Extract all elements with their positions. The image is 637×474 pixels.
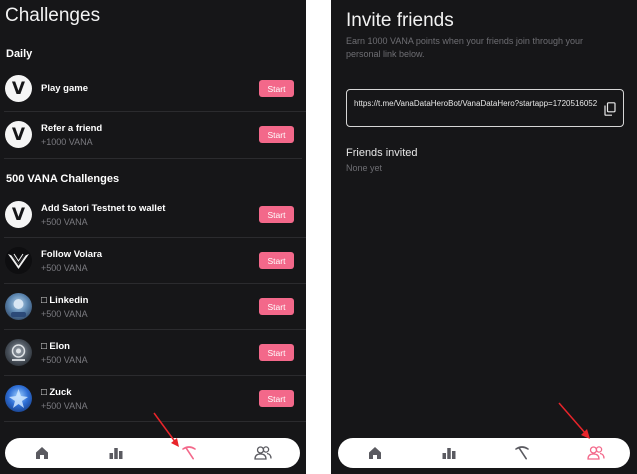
challenges-screen: Challenges Daily V Play game Start V Ref… xyxy=(0,0,306,474)
annotation-arrow-icon xyxy=(153,412,179,447)
invite-link-text[interactable]: https://t.me/VanaDataHeroBot/VanaDataHer… xyxy=(354,98,604,110)
start-button-zuck[interactable]: Start xyxy=(259,390,294,407)
challenge-row-play-game: V Play game Start xyxy=(0,66,306,112)
challenge-row-elon: □ Elon +500 VANA Start xyxy=(0,330,306,376)
leaderboard-icon[interactable] xyxy=(105,443,127,463)
challenge-row-refer-friend: V Refer a friend +1000 VANA Start xyxy=(0,112,306,158)
start-button-refer-friend[interactable]: Start xyxy=(259,126,294,143)
start-button-linkedin[interactable]: Start xyxy=(259,298,294,315)
challenge-reward: +500 VANA xyxy=(41,263,88,273)
section-divider xyxy=(4,158,302,159)
challenge-row-add-satori: V Add Satori Testnet to wallet +500 VANA… xyxy=(0,192,306,238)
home-icon[interactable] xyxy=(31,443,53,463)
vana-logo-icon: V xyxy=(5,121,32,148)
vana-logo-icon: V xyxy=(5,75,32,102)
invite-link-box[interactable]: https://t.me/VanaDataHeroBot/VanaDataHer… xyxy=(346,89,624,127)
challenge-name: □ Zuck xyxy=(41,387,72,398)
leaderboard-icon[interactable] xyxy=(438,443,460,463)
pickaxe-icon[interactable] xyxy=(511,443,533,463)
friends-icon[interactable] xyxy=(585,443,607,463)
friends-invited-value: None yet xyxy=(346,163,383,173)
challenge-reward: +500 VANA xyxy=(41,355,88,365)
home-icon[interactable] xyxy=(364,443,386,463)
section-vana-heading: 500 VANA Challenges xyxy=(6,173,120,185)
annotation-arrow-icon xyxy=(558,402,590,439)
page-title: Invite friends xyxy=(346,10,454,31)
challenge-name: Follow Volara xyxy=(41,249,103,260)
page-title: Challenges xyxy=(5,5,101,26)
bottom-nav xyxy=(338,438,630,468)
copy-icon[interactable] xyxy=(604,102,616,116)
linkedin-avatar-icon xyxy=(5,293,32,320)
challenge-name: Play game xyxy=(41,83,88,94)
friends-icon[interactable] xyxy=(252,443,274,463)
friends-invited-heading: Friends invited xyxy=(346,147,418,159)
challenge-name: □ Linkedin xyxy=(41,295,89,306)
zuck-avatar-icon xyxy=(5,385,32,412)
start-button-elon[interactable]: Start xyxy=(259,344,294,361)
start-button-play-game[interactable]: Start xyxy=(259,80,294,97)
challenge-row-linkedin: □ Linkedin +500 VANA Start xyxy=(0,284,306,330)
invite-description: Earn 1000 VANA points when your friends … xyxy=(346,36,583,59)
vana-logo-icon: V xyxy=(5,201,32,228)
challenge-name: Refer a friend xyxy=(41,123,103,134)
challenge-reward: +1000 VANA xyxy=(41,137,93,147)
volara-logo-icon xyxy=(5,247,32,274)
section-daily-heading: Daily xyxy=(6,48,33,60)
challenge-reward: +500 VANA xyxy=(41,309,88,319)
challenge-name: □ Elon xyxy=(41,341,70,352)
challenge-reward: +500 VANA xyxy=(41,217,88,227)
challenge-reward: +500 VANA xyxy=(41,401,88,411)
start-button-add-satori[interactable]: Start xyxy=(259,206,294,223)
elon-avatar-icon xyxy=(5,339,32,366)
start-button-follow-volara[interactable]: Start xyxy=(259,252,294,269)
invite-friends-screen: Invite friends Earn 1000 VANA points whe… xyxy=(331,0,637,474)
challenge-row-follow-volara: Follow Volara +500 VANA Start xyxy=(0,238,306,284)
challenge-name: Add Satori Testnet to wallet xyxy=(41,203,166,214)
